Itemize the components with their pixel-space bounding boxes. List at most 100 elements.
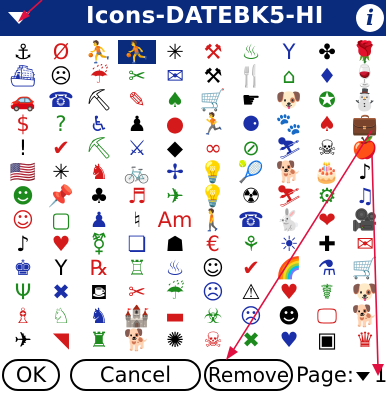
icon-cell[interactable]: ♥ — [270, 328, 308, 352]
icon-cell[interactable]: ♨ — [232, 40, 270, 64]
icon-cell[interactable]: ♞ — [80, 160, 118, 184]
icon-cell[interactable]: ✳ — [42, 160, 80, 184]
icon-cell[interactable]: 🐕 — [346, 304, 384, 328]
icon-cell[interactable]: 🍴 — [232, 64, 270, 88]
icon-cell[interactable]: 🛒 — [346, 256, 384, 280]
icon-cell[interactable]: ✢ — [156, 160, 194, 184]
icon-cell[interactable]: ♟ — [118, 112, 156, 136]
icon-cell[interactable]: ☹ — [232, 304, 270, 328]
icon-cell[interactable]: 🐕 — [270, 160, 308, 184]
page-dropdown-icon[interactable] — [356, 372, 370, 381]
icon-cell[interactable]: ☗ — [156, 232, 194, 256]
icon-cell[interactable]: Y — [42, 256, 80, 280]
icon-cell[interactable]: ☹ — [194, 280, 232, 304]
icon-cell[interactable]: 🚶 — [194, 208, 232, 232]
icon-cell[interactable]: ⚒ — [194, 64, 232, 88]
icon-cell[interactable]: ◆ — [156, 136, 194, 160]
icon-cell[interactable]: ☣ — [194, 304, 232, 328]
icon-cell[interactable]: ♨ — [156, 256, 194, 280]
icon-cell[interactable]: ⛏ — [80, 88, 118, 112]
icon-cell[interactable]: ⚧ — [80, 232, 118, 256]
icon-cell[interactable]: ⚠ — [232, 280, 270, 304]
icon-cell[interactable]: 💡 — [194, 184, 232, 208]
icon-cell[interactable]: ♗ — [4, 304, 42, 328]
icon-cell[interactable]: ✪ — [308, 88, 346, 112]
icon-cell[interactable]: ♫ — [346, 184, 384, 208]
icon-cell[interactable]: ✂ — [118, 280, 156, 304]
icon-cell[interactable]: ⌂ — [270, 64, 308, 88]
icon-cell[interactable]: ♖ — [118, 256, 156, 280]
cancel-button[interactable]: Cancel — [70, 359, 201, 391]
icon-cell[interactable]: ⚈ — [232, 112, 270, 136]
icon-cell[interactable]: ? — [42, 112, 80, 136]
icon-cell[interactable]: ✔ — [42, 136, 80, 160]
page-number[interactable]: 1 — [374, 361, 386, 389]
icon-cell[interactable]: ☀ — [270, 232, 308, 256]
icon-cell[interactable]: ⚙ — [308, 184, 346, 208]
icon-cell[interactable]: ▢ — [42, 208, 80, 232]
icon-cell[interactable]: ♘ — [42, 304, 80, 328]
icon-cell[interactable]: ☤ — [308, 280, 346, 304]
icon-cell[interactable]: ✔ — [232, 256, 270, 280]
icon-cell[interactable]: ☎ — [232, 208, 270, 232]
icon-cell[interactable]: ♠ — [308, 112, 346, 136]
icon-cell[interactable]: ✤ — [308, 40, 346, 64]
icon-cell[interactable]: 🐇 — [270, 208, 308, 232]
icon-cell[interactable]: ❤ — [308, 208, 346, 232]
icon-cell[interactable]: ⛹ — [80, 40, 118, 64]
icon-cell[interactable]: ⛄ — [346, 88, 384, 112]
icon-cell[interactable]: ⚘ — [232, 232, 270, 256]
icon-cell[interactable]: ✳ — [156, 40, 194, 64]
icon-cell[interactable]: ⛴ — [4, 64, 42, 88]
icon-cell[interactable]: ☠ — [194, 328, 232, 352]
ok-button[interactable]: OK — [2, 359, 60, 391]
icon-cell[interactable]: 🇺🇸 — [4, 160, 42, 184]
icon-cell[interactable]: ☹ — [42, 64, 80, 88]
icon-cell[interactable]: ● — [156, 112, 194, 136]
icon-cell[interactable]: $ — [4, 112, 42, 136]
icon-cell[interactable]: ▬ — [156, 304, 194, 328]
icon-cell[interactable]: ☔ — [156, 280, 194, 304]
icon-cell[interactable]: ⚗ — [308, 256, 346, 280]
icon-cell[interactable]: ✺ — [156, 328, 194, 352]
icon-cell[interactable]: ▣ — [308, 328, 346, 352]
icon-cell[interactable]: ♠ — [156, 88, 194, 112]
icon-cell[interactable]: ☻ — [270, 304, 308, 328]
icon-cell[interactable]: ♣ — [80, 184, 118, 208]
icon-cell[interactable]: 🎂 — [308, 160, 346, 184]
icon-cell[interactable]: ♮ — [118, 208, 156, 232]
icon-cell[interactable]: Ψ — [4, 280, 42, 304]
icon-cell[interactable]: ♪ — [4, 232, 42, 256]
icon-cell[interactable]: ❏ — [118, 232, 156, 256]
icon-cell[interactable]: ♬ — [118, 184, 156, 208]
icon-cell[interactable]: 🍎 — [346, 136, 384, 160]
icon-cell[interactable]: ⛷ — [270, 184, 308, 208]
icon-cell[interactable]: 🌈 — [270, 256, 308, 280]
icon-cell[interactable]: ♜ — [80, 328, 118, 352]
icon-cell[interactable]: ⊘ — [232, 136, 270, 160]
icon-cell[interactable]: 🏃 — [194, 112, 232, 136]
icon-cell[interactable]: ℞ — [80, 256, 118, 280]
icon-cell[interactable]: 🐾 — [270, 112, 308, 136]
icon-cell[interactable]: ◥ — [42, 328, 80, 352]
icon-cell[interactable]: ✉ — [346, 232, 384, 256]
icon-cell[interactable]: 🚗 — [4, 88, 42, 112]
icon-cell[interactable]: € — [194, 232, 232, 256]
icon-cell[interactable]: ∞ — [194, 136, 232, 160]
icon-cell[interactable]: ⛷ — [270, 136, 308, 160]
icon-cell[interactable]: ✂ — [118, 64, 156, 88]
icon-cell[interactable]: 💡 — [194, 160, 232, 184]
icon-cell[interactable]: ⛾ — [80, 280, 118, 304]
menu-dropdown-icon[interactable] — [8, 12, 30, 24]
icon-cell[interactable]: ⚒ — [194, 40, 232, 64]
icon-cell[interactable]: ♿ — [80, 112, 118, 136]
icon-cell[interactable]: ! — [4, 136, 42, 160]
icon-cell[interactable]: 🐶 — [270, 88, 308, 112]
icon-cell[interactable]: ✉ — [156, 64, 194, 88]
icon-cell[interactable]: 🖵 — [308, 304, 346, 328]
icon-cell[interactable]: 💼 — [346, 112, 384, 136]
icon-cell[interactable]: ✎ — [118, 88, 156, 112]
icon-cell[interactable]: ☻ — [4, 184, 42, 208]
icon-cell[interactable]: ✈ — [4, 328, 42, 352]
icon-cell[interactable]: ♦ — [308, 64, 346, 88]
